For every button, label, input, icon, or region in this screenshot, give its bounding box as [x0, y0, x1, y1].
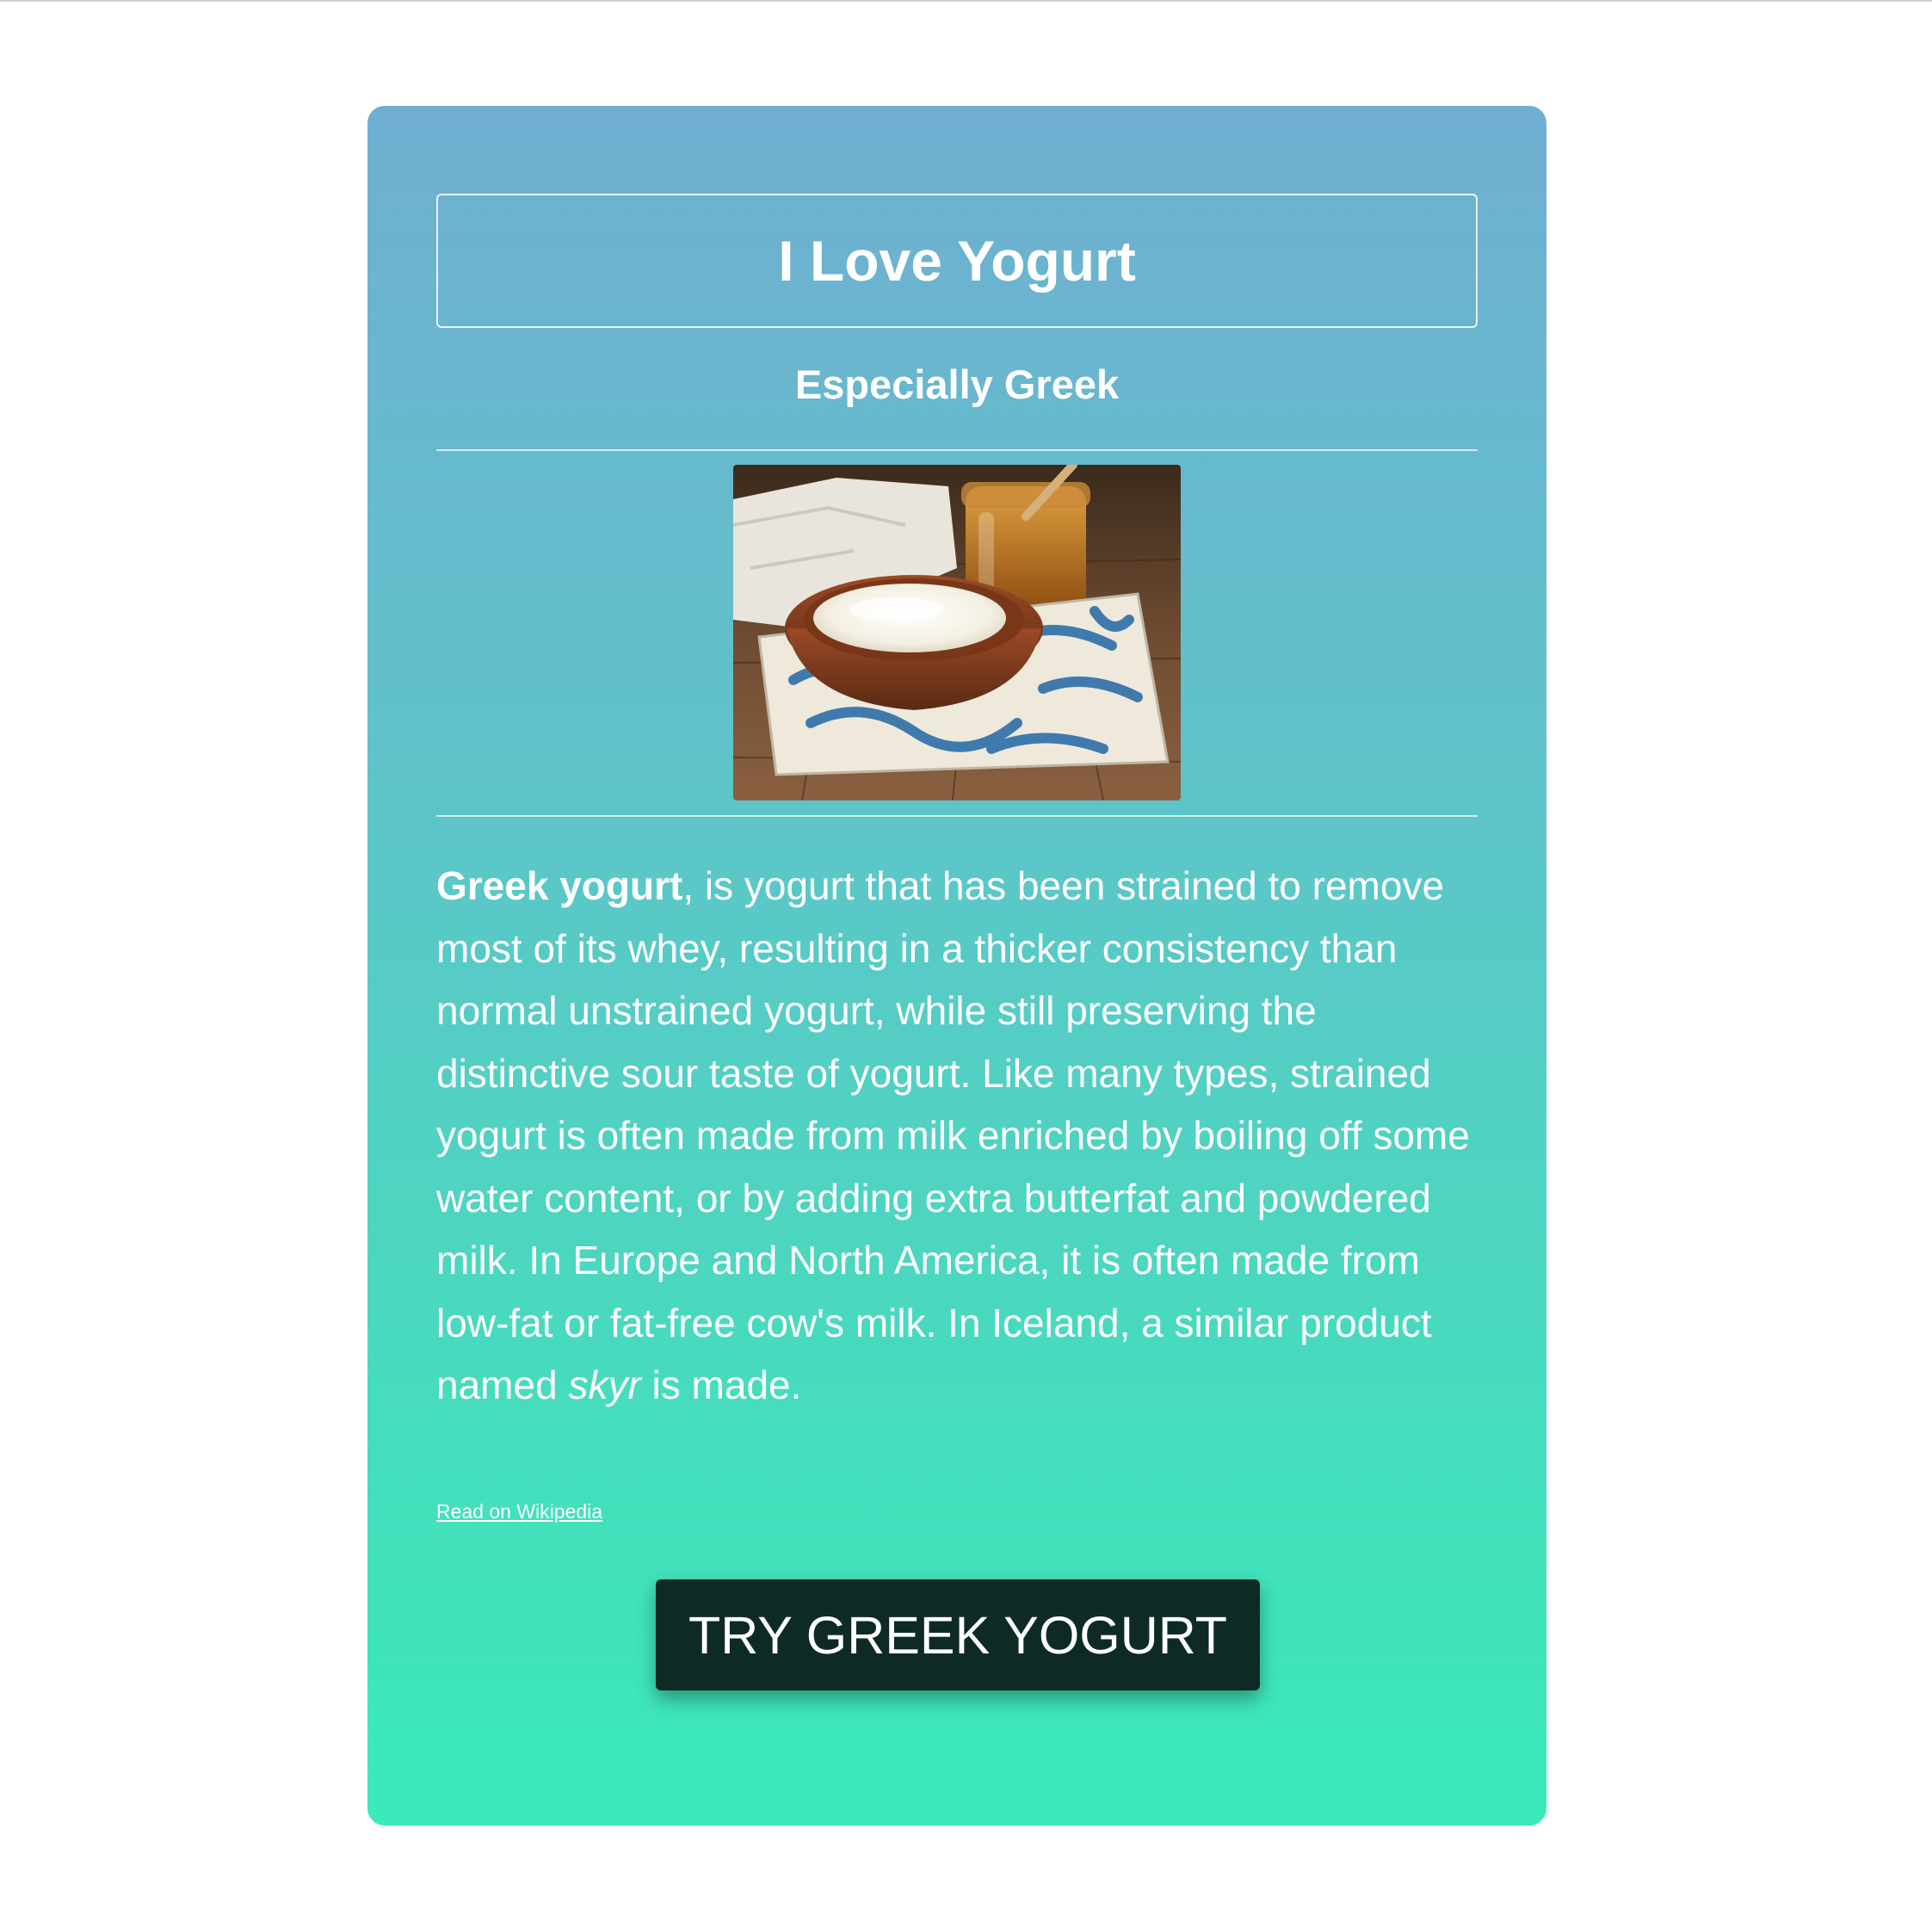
divider-bottom [436, 815, 1478, 817]
page-top-border [0, 0, 1932, 2]
description-paragraph: Greek yogurt, is yogurt that has been st… [436, 855, 1482, 1417]
title-box: I Love Yogurt [436, 194, 1478, 328]
description-italic-word: skyr [568, 1363, 641, 1407]
divider-top [436, 449, 1478, 451]
try-greek-yogurt-button[interactable]: TRY GREEK YOGURT [656, 1579, 1260, 1690]
description-text-2: is made. [640, 1363, 802, 1407]
description-bold-lead: Greek yogurt [436, 863, 683, 908]
page-title: I Love Yogurt [778, 229, 1136, 293]
page-subtitle: Especially Greek [794, 362, 1120, 407]
description-text-1: , is yogurt that has been strained to re… [436, 863, 1470, 1407]
wikipedia-link[interactable]: Read on Wikipedia [436, 1500, 602, 1523]
yogurt-photo [733, 465, 1181, 800]
yogurt-card: I Love Yogurt Especially Greek Greek yog… [367, 106, 1546, 1826]
